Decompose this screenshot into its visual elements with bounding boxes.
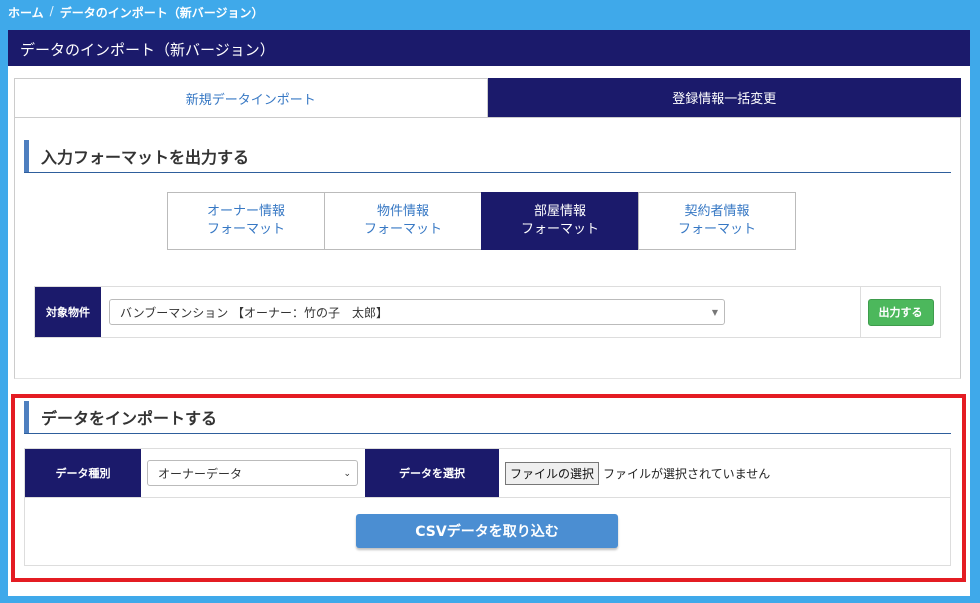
tab-bar: 新規データインポート 登録情報一括変更	[14, 78, 961, 117]
target-property-select[interactable]: バンブーマンション 【オーナー：竹の子 太郎】 ▼	[109, 299, 725, 325]
output-button[interactable]: 出力する	[867, 298, 934, 326]
format-label-line1: オーナー情報	[206, 204, 285, 219]
format-label-line2: フォーマット	[363, 222, 442, 237]
target-property-value: バンブーマンション 【オーナー：竹の子 太郎】	[120, 305, 389, 320]
format-label-line1: 契約者情報	[684, 204, 750, 219]
format-label-line1: 部屋情報	[533, 204, 586, 219]
page-title: データのインポート（新バージョン）	[8, 30, 970, 66]
output-cell: 出力する	[860, 287, 940, 337]
main-panel: データのインポート（新バージョン） 新規データインポート 登録情報一括変更 入力…	[8, 30, 970, 596]
owner-format-button[interactable]: オーナー情報 フォーマット	[167, 192, 325, 250]
highlight-box	[11, 394, 966, 582]
format-button-group: オーナー情報 フォーマット 物件情報 フォーマット 部屋情報 フォーマット 契約…	[167, 192, 796, 250]
format-label-line2: フォーマット	[520, 222, 599, 237]
format-label-line2: フォーマット	[206, 222, 285, 237]
tab-new-import[interactable]: 新規データインポート	[14, 78, 488, 117]
target-property-cell: バンブーマンション 【オーナー：竹の子 太郎】 ▼	[101, 287, 860, 337]
tab-bulk-update[interactable]: 登録情報一括変更	[487, 78, 961, 117]
breadcrumb-home-link[interactable]: ホーム	[8, 4, 44, 21]
target-property-label: 対象物件	[35, 287, 101, 337]
room-format-button[interactable]: 部屋情報 フォーマット	[481, 192, 639, 250]
divider	[24, 172, 951, 173]
tenant-format-button[interactable]: 契約者情報 フォーマット	[638, 192, 796, 250]
format-label-line2: フォーマット	[677, 222, 756, 237]
export-section-title: 入力フォーマットを出力する	[24, 140, 624, 172]
divider	[14, 117, 961, 118]
breadcrumb: ホーム / データのインポート（新バージョン）	[8, 4, 263, 21]
property-format-button[interactable]: 物件情報 フォーマット	[324, 192, 482, 250]
format-label-line1: 物件情報	[376, 204, 429, 219]
chevron-down-icon: ▼	[711, 308, 718, 317]
breadcrumb-separator: /	[49, 4, 54, 18]
breadcrumb-current: データのインポート（新バージョン）	[59, 6, 264, 20]
target-property-row: 対象物件 バンブーマンション 【オーナー：竹の子 太郎】 ▼ 出力する	[34, 286, 941, 338]
